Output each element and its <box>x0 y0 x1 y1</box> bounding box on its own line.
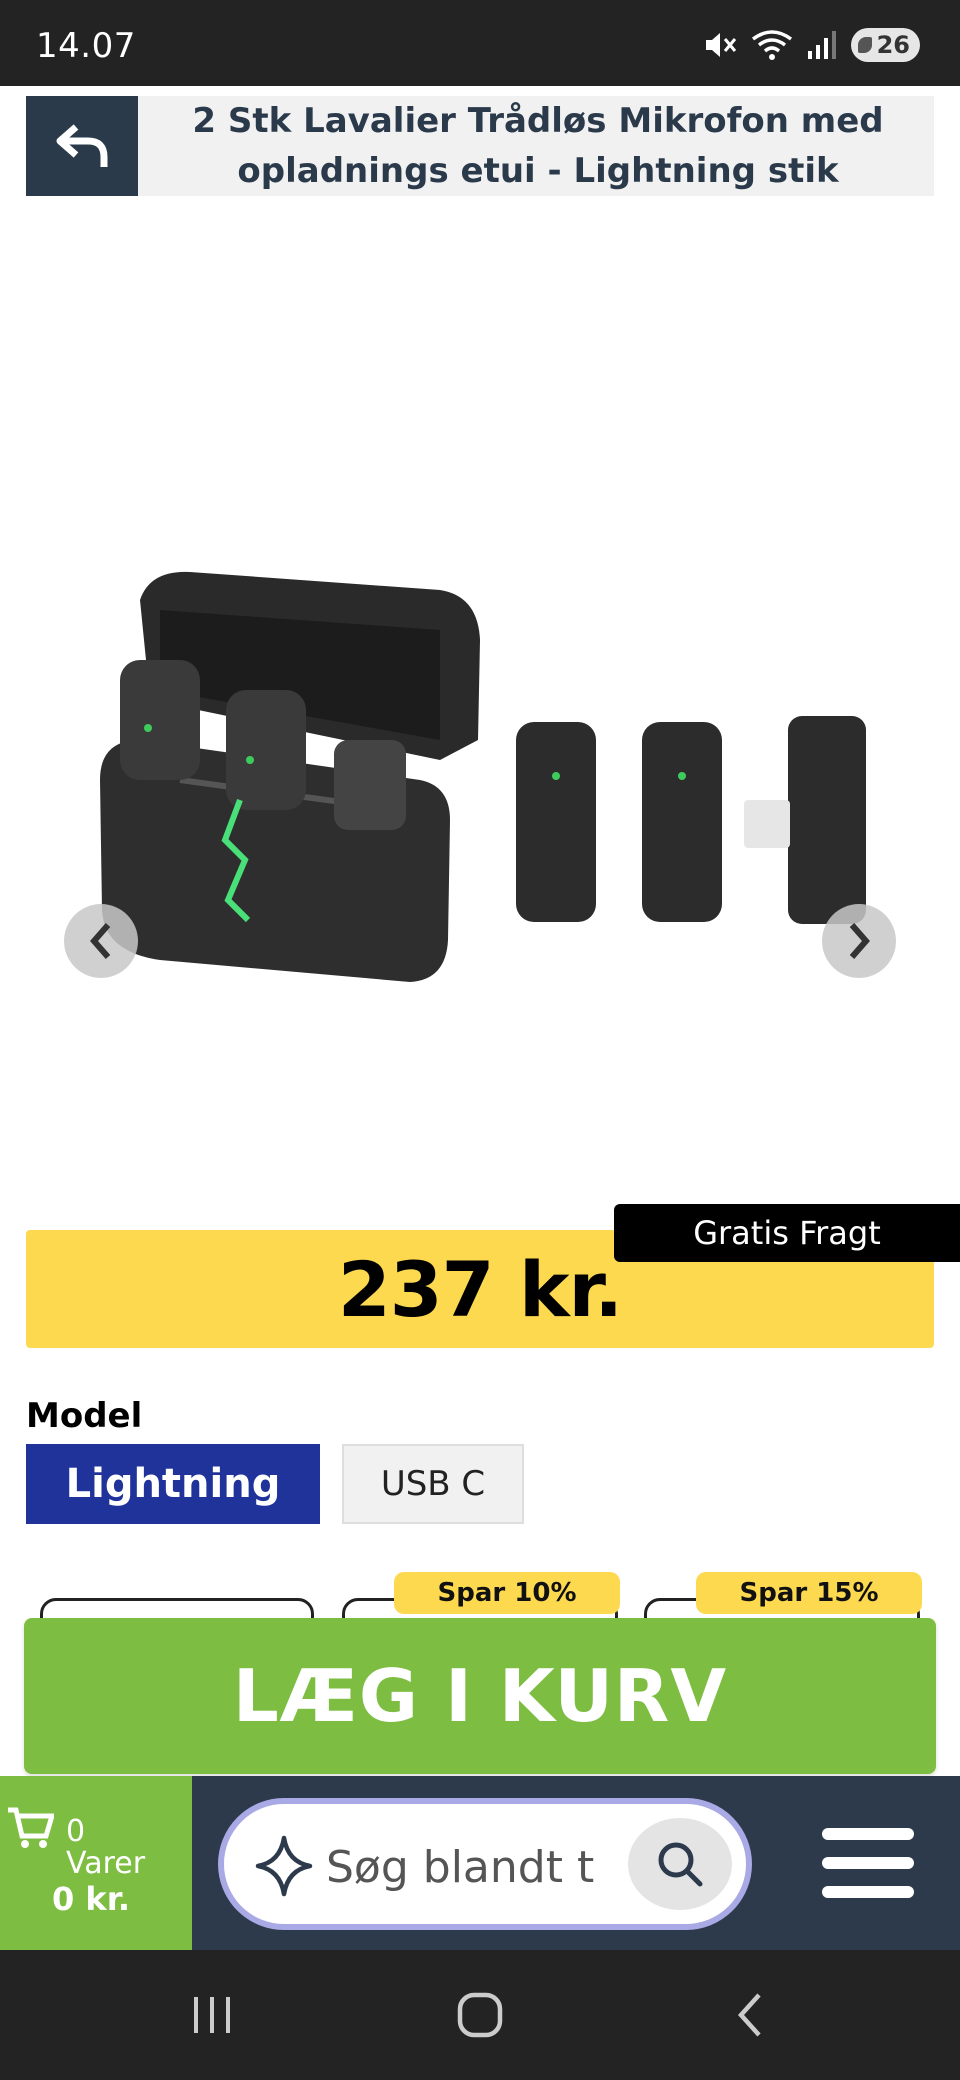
free-shipping-badge: Gratis Fragt <box>614 1204 960 1262</box>
model-option-lightning[interactable]: Lightning <box>26 1444 320 1524</box>
status-time: 14.07 <box>36 26 136 66</box>
menu-icon-bar <box>822 1857 914 1869</box>
menu-button[interactable] <box>822 1828 914 1898</box>
product-image-gallery[interactable] <box>0 220 960 1220</box>
bottom-toolbar: 0 Varer 0 kr. Søg blandt tusindvis af pr… <box>0 1776 960 1950</box>
mini-cart[interactable]: 0 Varer 0 kr. <box>0 1776 192 1950</box>
search-bar[interactable]: Søg blandt tusindvis af produkter <box>218 1798 752 1930</box>
back-arrow-icon <box>56 124 108 167</box>
model-option-usb-c[interactable]: USB C <box>342 1444 524 1524</box>
system-back-button[interactable] <box>690 1950 810 2080</box>
chevron-right-icon <box>849 923 870 959</box>
page-title: 2 Stk Lavalier Trådløs Mikrofon med opla… <box>192 101 884 191</box>
sparkle-icon <box>255 1835 313 1897</box>
battery-level: 26 <box>876 31 910 59</box>
cart-items-label: Varer <box>66 1846 146 1881</box>
status-icons: 26 <box>703 28 920 62</box>
cart-total: 0 kr. <box>52 1880 131 1918</box>
search-input[interactable]: Søg blandt tusindvis af produkter <box>326 1842 596 1893</box>
gallery-next-button[interactable] <box>822 904 896 978</box>
search-icon <box>658 1842 703 1887</box>
cart-icon <box>8 1807 54 1848</box>
system-navigation-bar <box>0 1950 960 2080</box>
bundle-discount-badge: Spar 10% <box>394 1572 620 1614</box>
recents-icon <box>194 1997 230 2033</box>
home-icon <box>457 1992 503 2038</box>
recents-button[interactable] <box>152 1950 272 2080</box>
status-bar: 14.07 26 <box>0 0 960 86</box>
model-label: Model <box>26 1396 143 1436</box>
cart-count: 0 <box>66 1814 86 1849</box>
menu-icon-bar <box>822 1828 914 1840</box>
add-to-cart-button[interactable]: LÆG I KURV <box>24 1618 936 1774</box>
product-price: 237 kr. <box>337 1244 623 1334</box>
wifi-icon <box>751 30 792 60</box>
back-button[interactable] <box>26 96 138 196</box>
home-button[interactable] <box>420 1950 540 2080</box>
mute-icon <box>705 33 736 57</box>
back-icon <box>737 1993 761 2037</box>
menu-icon-bar <box>822 1886 914 1898</box>
product-header: 2 Stk Lavalier Trådløs Mikrofon med opla… <box>26 96 934 196</box>
search-button[interactable] <box>628 1818 732 1910</box>
gallery-prev-button[interactable] <box>64 904 138 978</box>
chevron-left-icon <box>90 923 111 959</box>
bundle-discount-badge: Spar 15% <box>696 1572 922 1614</box>
battery-icon: 26 <box>850 28 920 62</box>
signal-icon <box>807 31 836 59</box>
product-image <box>100 571 866 982</box>
